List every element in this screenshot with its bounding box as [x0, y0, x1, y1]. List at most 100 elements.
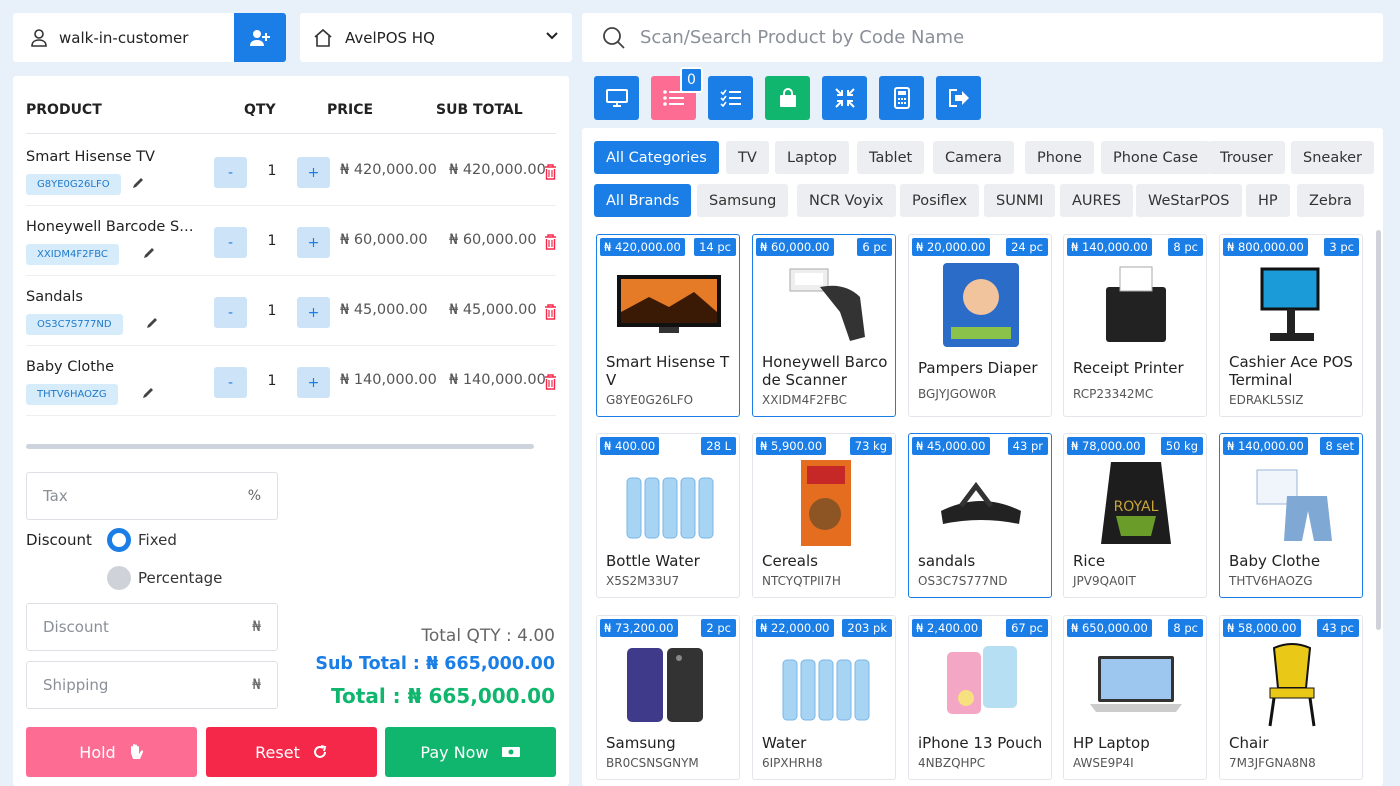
product-image	[943, 263, 1019, 347]
product-card[interactable]: ₦ 45,000.00 43 pr sandals OS3C7S777ND	[908, 433, 1052, 598]
qty-decrease-button[interactable]: -	[214, 157, 247, 188]
product-name: Cereals	[762, 552, 818, 570]
product-card[interactable]: ₦ 420,000.00 14 pc Smart Hisense TV G8YE0G2…	[596, 234, 740, 417]
qty-increase-button[interactable]: +	[297, 367, 330, 398]
sub-total: Sub Total : ₦ 665,000.00	[315, 654, 555, 674]
product-code: EDRAKL5SIZ	[1229, 393, 1304, 407]
qty-value[interactable]: 1	[266, 163, 278, 179]
qty-value[interactable]: 1	[266, 233, 278, 249]
product-card[interactable]: ₦ 5,900.00 73 kg Cereals NTCYQTPII7H	[752, 433, 896, 598]
edit-icon[interactable]	[145, 316, 159, 330]
cart-row: Baby Clothe THTV6HAOZG - 1 + ₦ 140,000.0…	[26, 346, 556, 416]
qty-decrease-button[interactable]: -	[214, 367, 247, 398]
shipping-field: ₦	[26, 661, 278, 709]
product-card[interactable]: ₦ 22,000.00 203 pk Water 6IPXHRH8	[752, 615, 896, 780]
qty-increase-button[interactable]: +	[297, 297, 330, 328]
search-input[interactable]	[640, 27, 1340, 48]
col-qty: QTY	[244, 102, 276, 118]
product-card[interactable]: ₦ 20,000.00 24 pc Pampers Diaper BGJYJGOW0R	[908, 234, 1052, 417]
product-card[interactable]: ₦ 800,000.00 3 pc Cashier Ace POS Terminal…	[1219, 234, 1363, 417]
hold-button[interactable]: Hold	[26, 727, 197, 777]
calculator-button[interactable]	[879, 76, 924, 120]
customer-select[interactable]: walk-in-customer	[13, 13, 234, 62]
products-panel: All Categories TV Laptop Tablet Camera P…	[582, 128, 1383, 786]
category-chip[interactable]: Phone Case	[1101, 141, 1211, 174]
brand-chip-all[interactable]: All Brands	[594, 184, 692, 217]
trash-icon[interactable]	[544, 234, 557, 250]
logout-button[interactable]	[936, 76, 981, 120]
qty-decrease-button[interactable]: -	[214, 227, 247, 258]
product-card[interactable]: ₦ 73,200.00 2 pc Samsung BR0CSNSGNYM	[596, 615, 740, 780]
cart-item-name: Sandals	[26, 289, 83, 305]
product-name: Bottle Water	[606, 552, 700, 570]
cart-item-subtotal: ₦ 140,000.00	[449, 372, 546, 388]
cart-horizontal-scrollbar[interactable]	[26, 444, 534, 449]
product-card[interactable]: ₦ 140,000.00 8 set Baby Clothe THTV6HAOZG	[1219, 433, 1363, 598]
qty-increase-button[interactable]: +	[297, 227, 330, 258]
edit-icon[interactable]	[142, 246, 156, 260]
qty-decrease-button[interactable]: -	[214, 297, 247, 328]
grand-total: Total : ₦ 665,000.00	[331, 684, 555, 708]
product-code: X5S2M33U7	[606, 574, 680, 588]
discount-input[interactable]	[43, 618, 243, 636]
category-chip[interactable]: Phone	[1025, 141, 1094, 174]
product-code: 7M3JFGNA8N8	[1229, 756, 1316, 770]
product-stock-badge: 3 pc	[1324, 238, 1359, 256]
brand-chip[interactable]: AURES	[1060, 184, 1133, 217]
product-image	[1256, 469, 1332, 541]
product-card[interactable]: ₦ 60,000.00 6 pc Honeywell Barcode Scanner…	[752, 234, 896, 417]
product-card[interactable]: ₦ 650,000.00 8 pc HP Laptop AWSE9P4I	[1063, 615, 1207, 780]
trash-icon[interactable]	[544, 304, 557, 320]
brand-chip[interactable]: SUNMI	[984, 184, 1056, 217]
edit-icon[interactable]	[141, 386, 155, 400]
checklist-icon	[719, 89, 741, 107]
add-customer-button[interactable]	[234, 13, 286, 62]
brand-chip[interactable]: Samsung	[697, 184, 789, 217]
qty-value[interactable]: 1	[266, 303, 278, 319]
brand-chip[interactable]: NCR Voyix	[797, 184, 896, 217]
trash-icon[interactable]	[544, 374, 557, 390]
compress-icon	[834, 88, 855, 108]
product-card[interactable]: ₦ 400.00 28 L Bottle Water X5S2M33U7	[596, 433, 740, 598]
tax-input[interactable]	[43, 487, 243, 505]
product-name: Rice	[1073, 552, 1106, 570]
qty-value[interactable]: 1	[266, 373, 278, 389]
category-chip[interactable]: Tablet	[857, 141, 925, 174]
category-chip-all[interactable]: All Categories	[594, 141, 719, 174]
category-chip[interactable]: Camera	[933, 141, 1014, 174]
brand-chip[interactable]: HP	[1246, 184, 1290, 217]
checklist-button[interactable]	[708, 76, 753, 120]
shipping-suffix: ₦	[252, 677, 261, 693]
fullscreen-button[interactable]	[594, 76, 639, 120]
products-vertical-scrollbar[interactable]	[1376, 230, 1381, 630]
chevron-down-icon	[546, 32, 558, 40]
shipping-input[interactable]	[43, 676, 243, 694]
product-image	[1090, 656, 1182, 712]
col-price: PRICE	[327, 102, 374, 118]
discount-fixed-radio[interactable]	[107, 528, 131, 552]
discount-percentage-radio[interactable]	[107, 566, 131, 590]
product-name: Receipt Printer	[1073, 359, 1184, 377]
product-card[interactable]: ROYAL ₦ 78,000.00 50 kg Rice JPV9QA0IT	[1063, 433, 1207, 598]
qty-increase-button[interactable]: +	[297, 157, 330, 188]
shopping-bag-button[interactable]	[765, 76, 810, 120]
compress-button[interactable]	[822, 76, 867, 120]
warehouse-select[interactable]: AvelPOS HQ	[300, 13, 572, 62]
product-name: Smart Hisense TV	[606, 353, 730, 389]
product-card[interactable]: ₦ 140,000.00 8 pc Receipt Printer RCP23342M…	[1063, 234, 1207, 417]
category-chip[interactable]: Laptop	[775, 141, 849, 174]
trash-icon[interactable]	[544, 164, 557, 180]
category-chip[interactable]: TV	[726, 141, 769, 174]
product-price-badge: ₦ 78,000.00	[1067, 437, 1145, 455]
product-card[interactable]: ₦ 58,000.00 43 pc Chair 7M3JFGNA8N8	[1219, 615, 1363, 780]
category-chip[interactable]: Trouser	[1208, 141, 1285, 174]
category-chip[interactable]: Sneaker	[1291, 141, 1374, 174]
pay-now-button[interactable]: Pay Now	[385, 727, 556, 777]
brand-chip[interactable]: WeStarPOS	[1136, 184, 1242, 217]
brand-chip[interactable]: Zebra	[1297, 184, 1364, 217]
product-code: NTCYQTPII7H	[762, 574, 841, 588]
brand-chip[interactable]: Posiflex	[900, 184, 980, 217]
edit-icon[interactable]	[131, 176, 145, 190]
reset-button[interactable]: Reset	[206, 727, 377, 777]
product-card[interactable]: ₦ 2,400.00 67 pc iPhone 13 Pouch 4NBZQHPC	[908, 615, 1052, 780]
